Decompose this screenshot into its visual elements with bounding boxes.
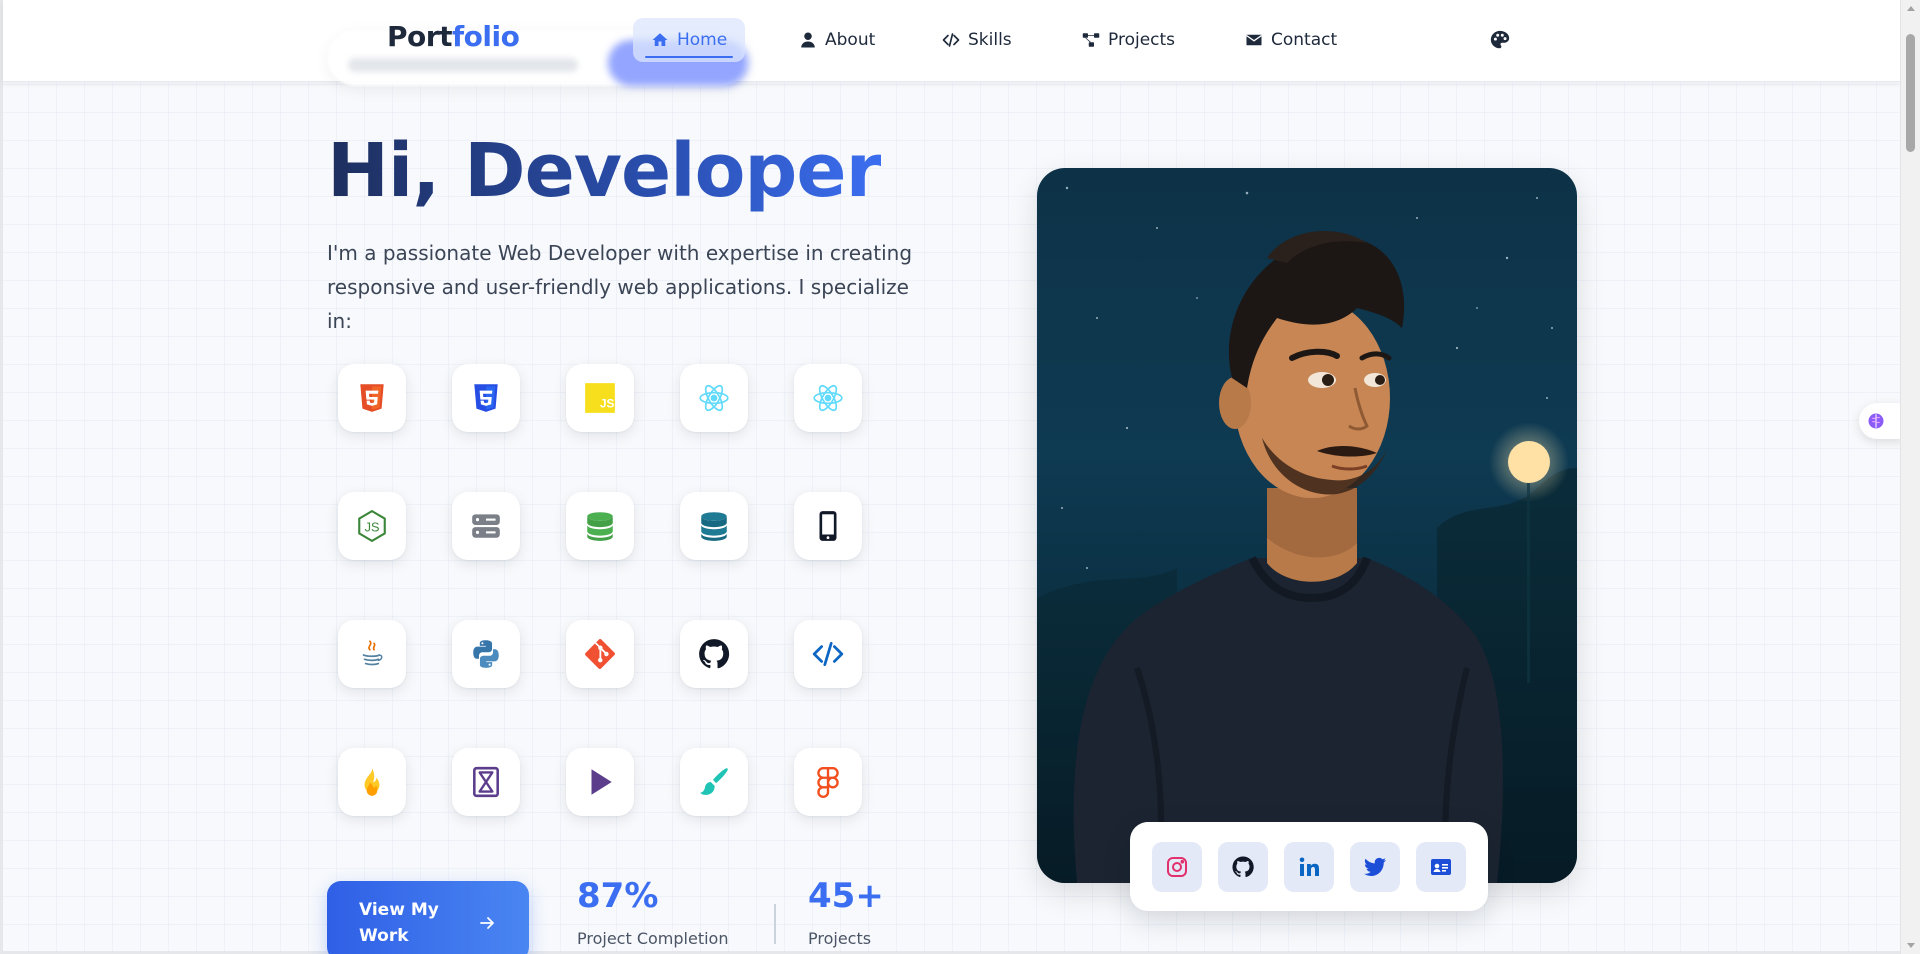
nav-home[interactable]: Home <box>633 18 746 62</box>
tech-play[interactable] <box>566 748 634 816</box>
java-icon <box>362 640 383 666</box>
social-twitter[interactable] <box>1350 841 1400 892</box>
home-icon <box>652 33 668 46</box>
nav-contact-label: Contact <box>1271 30 1338 50</box>
tech-javascript[interactable]: JS <box>566 364 634 432</box>
social-github[interactable] <box>1218 841 1268 892</box>
twitter-icon <box>1364 857 1386 876</box>
ghost-overlay-line <box>348 58 578 72</box>
nav-skills-label: Skills <box>968 30 1012 50</box>
tech-react-native[interactable] <box>794 364 862 432</box>
stat-completion-value: 87% <box>577 876 659 916</box>
javascript-icon: JS <box>585 383 615 413</box>
tech-html5[interactable] <box>338 364 406 432</box>
scroll-down-arrow[interactable] <box>1907 943 1915 948</box>
scroll-thumb[interactable] <box>1906 34 1915 152</box>
python-icon <box>473 640 499 668</box>
tech-code[interactable] <box>794 620 862 688</box>
scroll-up-arrow[interactable] <box>1907 6 1915 11</box>
instagram-icon <box>1167 856 1187 877</box>
view-work-button[interactable]: View My Work <box>327 881 529 954</box>
svg-text:JS: JS <box>600 398 614 411</box>
page-scrollbar[interactable] <box>1900 0 1920 954</box>
figma-icon <box>817 767 839 799</box>
side-assistant-button[interactable] <box>1859 403 1903 439</box>
view-work-label: View My Work <box>359 900 439 946</box>
paintbrush-icon <box>700 768 728 795</box>
nav-about[interactable]: About <box>781 18 893 62</box>
code-icon <box>812 641 844 667</box>
tech-git[interactable] <box>566 620 634 688</box>
stat-completion-label: Project Completion <box>577 929 729 948</box>
hero-description: I'm a passionate Web Developer with expe… <box>327 241 913 333</box>
logo[interactable]: Portfolio <box>387 20 520 53</box>
tech-mobile[interactable] <box>794 492 862 560</box>
nav-skills[interactable]: Skills <box>924 18 1030 62</box>
nav-contact[interactable]: Contact <box>1227 18 1355 62</box>
nav-projects-label: Projects <box>1108 30 1176 50</box>
social-links-card <box>1130 822 1488 911</box>
user-icon <box>801 32 815 48</box>
tech-database-green[interactable] <box>566 492 634 560</box>
social-linkedin[interactable] <box>1284 841 1334 892</box>
code-icon <box>942 33 960 47</box>
nav-projects[interactable]: Projects <box>1064 18 1193 62</box>
tech-python[interactable] <box>452 620 520 688</box>
tech-nodejs[interactable]: JS <box>338 492 406 560</box>
tech-paintbrush[interactable] <box>680 748 748 816</box>
arrow-right-icon <box>480 917 494 929</box>
github-icon <box>699 639 730 669</box>
tech-database-blue[interactable] <box>680 492 748 560</box>
server-icon <box>472 514 500 538</box>
logo-text-primary: Port <box>387 20 452 53</box>
social-instagram[interactable] <box>1152 841 1202 892</box>
tech-firebase[interactable] <box>338 748 406 816</box>
id-card-icon <box>1431 858 1451 875</box>
mobile-icon <box>819 511 837 541</box>
window-frame <box>0 0 1920 954</box>
tech-react[interactable] <box>680 364 748 432</box>
firebase-icon <box>364 768 380 796</box>
envelope-icon <box>1246 34 1262 46</box>
stat-divider <box>774 904 776 944</box>
svg-text:JS: JS <box>365 519 380 534</box>
hero-title: Hi, Developer <box>327 128 882 214</box>
database-alt-icon <box>701 512 727 541</box>
palette-icon[interactable] <box>1489 29 1511 51</box>
social-id-card[interactable] <box>1416 841 1466 892</box>
profile-illustration-graphic <box>1037 186 1577 883</box>
tech-css3[interactable] <box>452 364 520 432</box>
brain-icon <box>1868 413 1884 429</box>
tech-hourglass[interactable] <box>452 748 520 816</box>
profile-illustration <box>1037 168 1577 883</box>
react-icon <box>699 384 729 412</box>
play-icon <box>591 769 612 795</box>
hourglass-icon <box>473 766 499 798</box>
css3-icon <box>474 384 498 412</box>
html5-icon <box>360 384 384 412</box>
tech-figma[interactable] <box>794 748 862 816</box>
react-native-icon <box>813 384 843 412</box>
database-icon <box>587 512 613 541</box>
tech-github[interactable] <box>680 620 748 688</box>
nav-home-label: Home <box>677 30 728 50</box>
stat-projects-label: Projects <box>808 929 872 948</box>
github-icon <box>1232 855 1254 877</box>
tech-server[interactable] <box>452 492 520 560</box>
nodejs-icon: JS <box>358 509 386 543</box>
tech-java[interactable] <box>338 620 406 688</box>
logo-text-accent: folio <box>451 20 520 53</box>
project-diagram-icon <box>1082 33 1100 47</box>
navbar: Portfolio Home About Skills Projects Con… <box>3 0 1900 86</box>
stat-projects-value: 45+ <box>808 876 884 916</box>
linkedin-icon <box>1299 857 1319 876</box>
tech-icon-grid: JS JS <box>338 364 862 816</box>
git-icon <box>585 639 615 669</box>
nav-about-label: About <box>825 30 876 50</box>
